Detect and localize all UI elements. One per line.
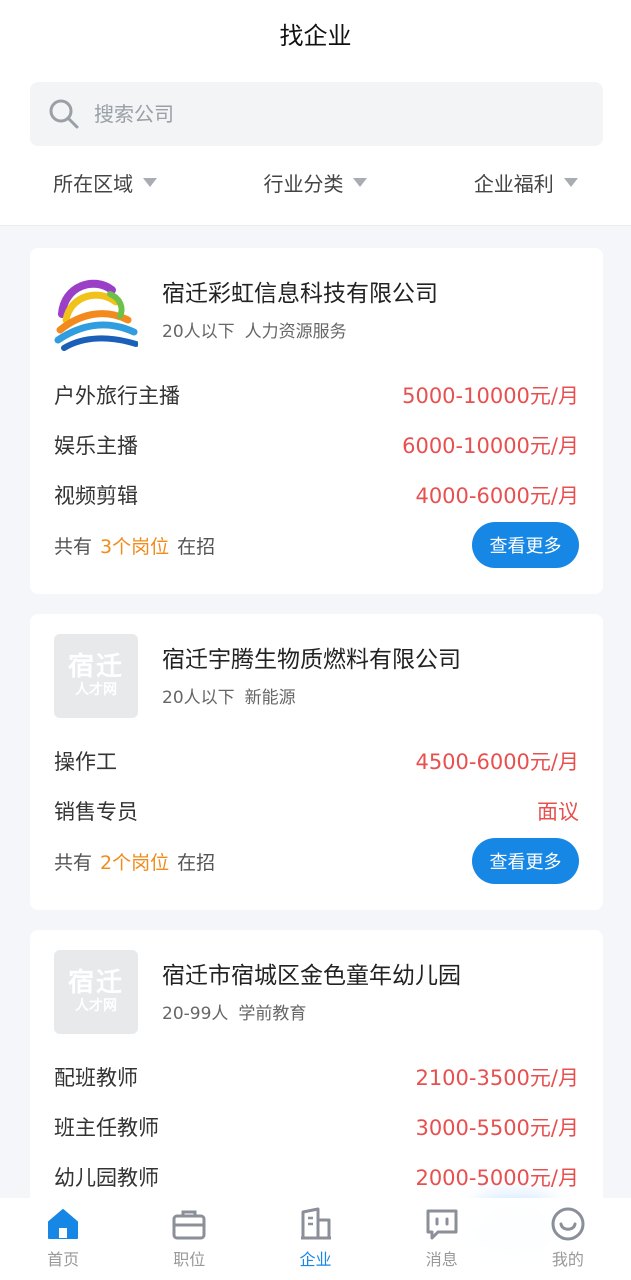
tab-label: 职位 xyxy=(173,1250,206,1269)
job-salary: 2100-3500元/月 xyxy=(415,1066,579,1090)
search-input[interactable] xyxy=(94,102,514,126)
search-icon xyxy=(49,99,79,129)
tab-label: 企业 xyxy=(299,1250,332,1269)
message-icon xyxy=(426,1209,458,1240)
openings-suffix: 在招 xyxy=(177,535,216,558)
view-more-button[interactable]: 查看更多 xyxy=(472,522,579,568)
company-logo-placeholder: 宿迁 人才网 xyxy=(54,634,138,718)
company-card[interactable]: 宿迁 人才网 宿迁市宿城区金色童年幼儿园 20-99人 学前教育 配班教师 210… xyxy=(30,930,603,1226)
tab-profile[interactable]: 我的 xyxy=(505,1198,631,1280)
openings-prefix: 共有 xyxy=(54,535,93,558)
job-title: 销售专员 xyxy=(54,800,138,824)
tab-label: 我的 xyxy=(551,1250,584,1269)
job-title: 操作工 xyxy=(54,750,117,774)
job-title: 班主任教师 xyxy=(54,1116,159,1140)
company-name[interactable]: 宿迁宇腾生物质燃料有限公司 xyxy=(162,644,461,676)
company-card[interactable]: 宿迁彩虹信息科技有限公司 20人以下 人力资源服务 户外旅行主播 5000-100… xyxy=(30,248,603,594)
filter-label: 所在区域 xyxy=(53,172,134,196)
company-size: 20人以下 xyxy=(162,688,235,708)
company-meta: 20人以下 新能源 xyxy=(162,686,461,710)
job-row[interactable]: 操作工 4500-6000元/月 xyxy=(54,736,579,786)
job-title: 视频剪辑 xyxy=(54,484,138,508)
job-title: 娱乐主播 xyxy=(54,434,138,458)
briefcase-icon xyxy=(172,1210,206,1240)
job-row[interactable]: 销售专员 面议 xyxy=(54,786,579,836)
page-title: 找企业 xyxy=(279,22,352,50)
openings-count: 共有 3个岗位 在招 xyxy=(54,532,215,559)
bottom-tab-bar: 首页 职位 企业 消息 我的 xyxy=(0,1198,631,1280)
job-title: 幼儿园教师 xyxy=(54,1166,159,1190)
company-name[interactable]: 宿迁彩虹信息科技有限公司 xyxy=(162,278,438,310)
job-salary: 面议 xyxy=(537,800,579,824)
company-meta: 20人以下 人力资源服务 xyxy=(162,320,438,344)
job-row[interactable]: 幼儿园教师 2000-5000元/月 xyxy=(54,1152,579,1202)
company-size: 20-99人 xyxy=(162,1004,229,1024)
filter-label: 行业分类 xyxy=(263,172,344,196)
caret-down-icon xyxy=(353,178,368,187)
caret-down-icon xyxy=(563,178,578,187)
logo-text-sub: 人才网 xyxy=(75,998,117,1014)
tab-company[interactable]: 企业 xyxy=(252,1198,378,1280)
tab-label: 消息 xyxy=(425,1250,458,1269)
job-row[interactable]: 视频剪辑 4000-6000元/月 xyxy=(54,470,579,520)
logo-text-main: 宿迁 xyxy=(67,968,124,998)
openings-number: 2个岗位 xyxy=(100,851,170,874)
job-row[interactable]: 班主任教师 3000-5500元/月 xyxy=(54,1102,579,1152)
company-list: 宿迁彩虹信息科技有限公司 20人以下 人力资源服务 户外旅行主播 5000-100… xyxy=(30,248,603,1246)
header-area: 找企业 所在区域 行业分类 企业福利 xyxy=(0,0,631,226)
home-icon xyxy=(48,1209,79,1239)
tab-jobs[interactable]: 职位 xyxy=(126,1198,252,1280)
job-title: 配班教师 xyxy=(54,1066,138,1090)
filter-bar: 所在区域 行业分类 企业福利 xyxy=(0,168,631,197)
company-logo xyxy=(54,268,139,352)
search-bar[interactable] xyxy=(30,82,603,146)
logo-text-sub: 人才网 xyxy=(75,682,117,698)
tab-home[interactable]: 首页 xyxy=(0,1198,126,1280)
filter-benefits[interactable]: 企业福利 xyxy=(421,168,631,197)
view-more-button[interactable]: 查看更多 xyxy=(472,838,579,884)
company-size: 20人以下 xyxy=(162,322,235,342)
tab-messages[interactable]: 消息 xyxy=(379,1198,505,1280)
job-row[interactable]: 配班教师 2100-3500元/月 xyxy=(54,1052,579,1102)
job-salary: 5000-10000元/月 xyxy=(402,384,579,408)
openings-suffix: 在招 xyxy=(177,851,216,874)
job-salary: 6000-10000元/月 xyxy=(402,434,579,458)
building-icon xyxy=(300,1207,331,1240)
openings-prefix: 共有 xyxy=(54,851,93,874)
profile-icon xyxy=(551,1207,585,1241)
filter-industry[interactable]: 行业分类 xyxy=(210,168,420,197)
filter-label: 企业福利 xyxy=(473,172,554,196)
company-industry: 学前教育 xyxy=(238,1004,307,1024)
logo-text-main: 宿迁 xyxy=(67,652,124,682)
caret-down-icon xyxy=(143,178,158,187)
openings-count: 共有 2个岗位 在招 xyxy=(54,848,215,875)
filter-region[interactable]: 所在区域 xyxy=(0,168,210,197)
job-salary: 3000-5500元/月 xyxy=(415,1116,579,1140)
company-industry: 人力资源服务 xyxy=(244,322,347,342)
company-industry: 新能源 xyxy=(244,688,296,708)
company-logo-placeholder: 宿迁 人才网 xyxy=(54,950,138,1034)
job-row[interactable]: 娱乐主播 6000-10000元/月 xyxy=(54,420,579,470)
job-row[interactable]: 户外旅行主播 5000-10000元/月 xyxy=(54,370,579,420)
job-salary: 4500-6000元/月 xyxy=(415,750,579,774)
rainbow-logo-icon xyxy=(54,279,139,351)
company-meta: 20-99人 学前教育 xyxy=(162,1002,461,1026)
tab-label: 首页 xyxy=(47,1250,80,1269)
company-name[interactable]: 宿迁市宿城区金色童年幼儿园 xyxy=(162,960,461,992)
company-card[interactable]: 宿迁 人才网 宿迁宇腾生物质燃料有限公司 20人以下 新能源 操作工 4500-6… xyxy=(30,614,603,910)
job-salary: 4000-6000元/月 xyxy=(415,484,579,508)
openings-number: 3个岗位 xyxy=(100,535,170,558)
job-title: 户外旅行主播 xyxy=(54,384,180,408)
job-salary: 2000-5000元/月 xyxy=(415,1166,579,1190)
